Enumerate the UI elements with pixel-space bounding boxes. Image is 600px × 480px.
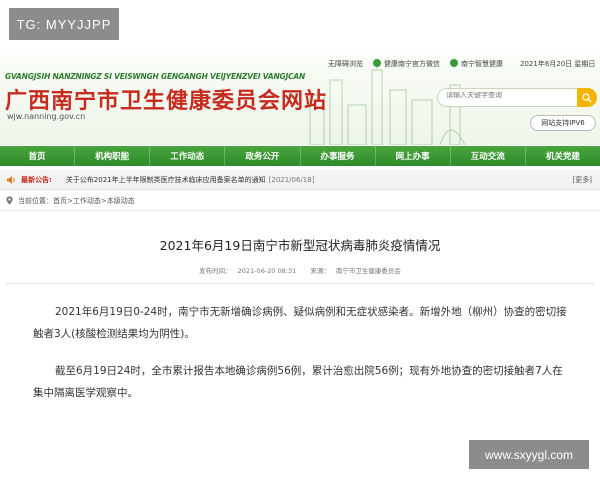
article-meta: 发布时间： 2021-06-20 08:31 来源： 南宁市卫生健康委员会 (0, 265, 600, 275)
more-link[interactable]: [更多] (573, 175, 592, 185)
search-button[interactable] (577, 88, 597, 107)
wechat-icon (373, 59, 381, 67)
header-top-links: 无障碍浏览 健康南宁官方微信 南宁智慧健康 (328, 59, 503, 69)
smart-health-link[interactable]: 南宁智慧健康 (450, 59, 503, 69)
announcement-link[interactable]: 关于公布2021年上半年限制类医疗技术临床应用备案名单的通知 (66, 175, 266, 185)
nav-services[interactable]: 办事服务 (301, 146, 376, 166)
search-box (437, 88, 597, 107)
nav-online-services[interactable]: 网上办事 (376, 146, 451, 166)
source-name: 南宁市卫生健康委员会 (335, 267, 401, 275)
search-input[interactable] (446, 92, 576, 99)
ipv6-badge[interactable]: 网站支持IPV6 (530, 115, 596, 131)
wechat-link-label: 健康南宁官方微信 (384, 60, 440, 68)
speaker-icon (7, 175, 15, 184)
nav-home[interactable]: 首页 (0, 146, 76, 166)
site-title[interactable]: 广西南宁市卫生健康委员会网站 (5, 83, 327, 115)
source-label: 来源： (310, 267, 330, 275)
wechat-link[interactable]: 健康南宁官方微信 (373, 59, 440, 69)
breadcrumb-prefix: 当前位置： (18, 196, 53, 205)
site-header: 无障碍浏览 健康南宁官方微信 南宁智慧健康 2021年6月20日 星期日 GVA… (0, 55, 600, 145)
watermark-bottom-right: www.sxyygl.com (469, 440, 589, 469)
breadcrumb-local-news[interactable]: 本级动态 (107, 196, 135, 206)
article-paragraph: 截至6月19日24时，全市累计报告本地确诊病例56例，累计治愈出院56例；现有外… (33, 365, 563, 399)
published-label: 发布时间： (199, 267, 232, 275)
smart-health-icon (450, 59, 458, 67)
nav-functions[interactable]: 机构职能 (75, 146, 151, 166)
breadcrumb: 当前位置： 首页 > 工作动态 > 本级动态 (0, 191, 600, 211)
divider (5, 283, 595, 284)
nav-interaction[interactable]: 互动交流 (451, 146, 526, 166)
smart-health-link-label: 南宁智慧健康 (461, 60, 503, 68)
nav-public-affairs[interactable]: 政务公开 (225, 146, 301, 166)
watermark-top-left: TG: MYYJJPP (9, 8, 119, 40)
search-icon (582, 92, 592, 102)
header-date: 2021年6月20日 星期日 (520, 60, 596, 68)
announcement-label: 最新公告: (21, 175, 52, 184)
breadcrumb-work-news[interactable]: 工作动态 (73, 196, 101, 206)
site-title-pinyin: GVANGJSIH NANZNINGZ SI VEISWNGH GENGANGH… (5, 72, 306, 81)
nav-work-news[interactable]: 工作动态 (150, 146, 226, 166)
announcement-ticker: 最新公告: 关于公布2021年上半年限制类医疗技术临床应用备案名单的通知 [20… (0, 170, 600, 190)
location-icon (6, 196, 13, 205)
accessibility-link[interactable]: 无障碍浏览 (328, 59, 363, 69)
article-paragraph: 2021年6月19日0-24时，南宁市无新增确诊病例、疑似病例和无症状感染者。新… (33, 306, 567, 340)
published-time: 2021-06-20 08:31 (237, 267, 297, 275)
site-domain: wjw.nanning.gov.cn (7, 112, 86, 121)
main-nav: 首页 机构职能 工作动态 政务公开 办事服务 网上办事 互动交流 机关党建 (0, 146, 600, 166)
article-title: 2021年6月19日南宁市新型冠状病毒肺炎疫情情况 (159, 238, 441, 253)
announcement-date: [2021/06/18] (268, 175, 315, 184)
breadcrumb-home[interactable]: 首页 (53, 196, 67, 206)
nav-party-building[interactable]: 机关党建 (526, 146, 600, 166)
